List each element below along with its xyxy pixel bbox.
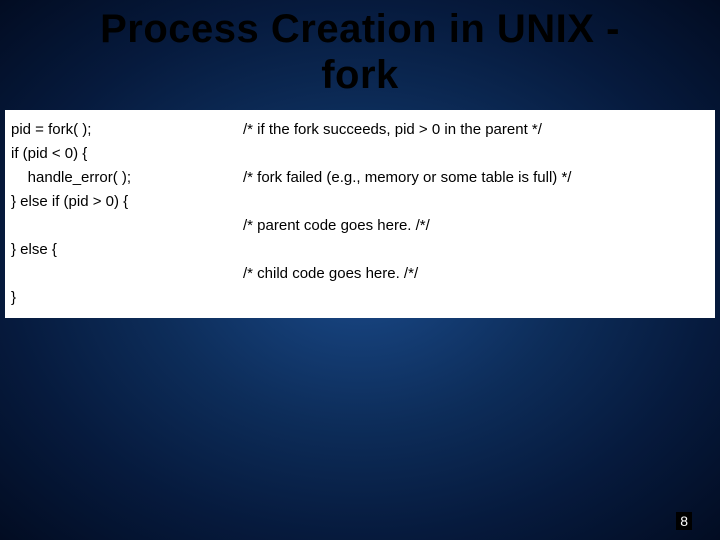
code-comment: /* if the fork succeeds, pid > 0 in the … [243, 118, 709, 142]
slide: Process Creation in UNIX - fork pid = fo… [0, 0, 720, 540]
title-line-2: fork [0, 52, 720, 98]
code-row: pid = fork( ); /* if the fork succeeds, … [11, 118, 709, 142]
code-row: } [11, 286, 709, 310]
code-left: } [11, 286, 243, 310]
code-comment: /* child code goes here. /*/ [243, 262, 709, 286]
code-row: if (pid < 0) { [11, 142, 709, 166]
code-left: if (pid < 0) { [11, 142, 243, 166]
code-row: } else if (pid > 0) { [11, 190, 709, 214]
code-left: } else if (pid > 0) { [11, 190, 243, 214]
code-block: pid = fork( ); /* if the fork succeeds, … [5, 110, 715, 318]
code-row: } else { [11, 238, 709, 262]
code-left: } else { [11, 238, 243, 262]
page-number: 8 [676, 512, 692, 530]
code-row: /* parent code goes here. /*/ [11, 214, 709, 238]
code-comment: /* parent code goes here. /*/ [243, 214, 709, 238]
code-left: handle_error( ); [11, 166, 243, 190]
title-line-1: Process Creation in UNIX - [0, 6, 720, 52]
code-row: /* child code goes here. /*/ [11, 262, 709, 286]
code-row: handle_error( ); /* fork failed (e.g., m… [11, 166, 709, 190]
code-comment: /* fork failed (e.g., memory or some tab… [243, 166, 709, 190]
code-left: pid = fork( ); [11, 118, 243, 142]
slide-title: Process Creation in UNIX - fork [0, 0, 720, 98]
